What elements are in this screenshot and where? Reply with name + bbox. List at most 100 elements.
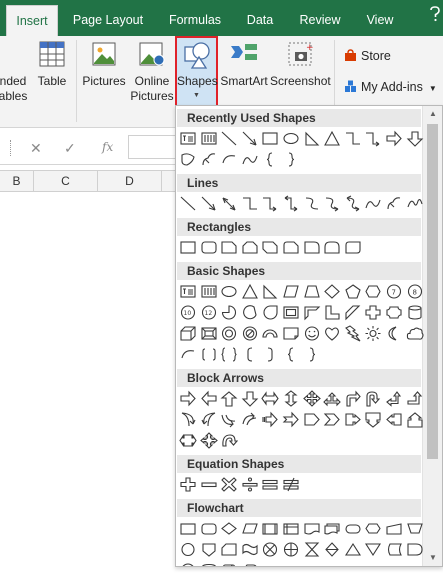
shape-fc-preparation-icon[interactable] [364, 520, 382, 537]
shape-lbracket-icon[interactable] [241, 346, 259, 363]
shape-upcallout-icon[interactable] [406, 411, 424, 428]
shape-vtextbox-icon[interactable] [200, 130, 218, 147]
shape-hexagon-icon[interactable] [364, 283, 382, 300]
shape-round1-icon[interactable] [303, 239, 321, 256]
tab-insert[interactable]: Insert [6, 5, 58, 36]
shape-smiley-icon[interactable] [303, 325, 321, 342]
shape-diamond-icon[interactable] [323, 283, 341, 300]
shape-freeform-icon[interactable] [200, 151, 218, 168]
shape-textbox-icon[interactable] [179, 283, 197, 300]
shape-fc-manualop-icon[interactable] [406, 520, 424, 537]
shape-curvedright-icon[interactable] [179, 411, 197, 428]
shape-trapezoid-icon[interactable] [303, 283, 321, 300]
shape-curvedconn-icon[interactable] [303, 195, 321, 212]
shape-fc-sort-icon[interactable] [323, 541, 341, 558]
shape-fc-sumjunction-icon[interactable] [261, 541, 279, 558]
shape-dblbrace-icon[interactable] [220, 346, 238, 363]
shape-line-icon[interactable] [220, 130, 238, 147]
shape-can-icon[interactable] [406, 304, 424, 321]
shape-round2-icon[interactable] [323, 239, 341, 256]
shape-textbox-icon[interactable] [179, 130, 197, 147]
shape-quadcallout-icon[interactable] [199, 432, 218, 449]
shape-lrcallout-icon[interactable] [179, 432, 197, 449]
shape-sun-icon[interactable] [364, 325, 382, 342]
shape-heptagon-icon[interactable]: 7 [385, 283, 403, 300]
pictures-button[interactable]: Pictures [82, 36, 126, 108]
shape-arrow-icon[interactable] [241, 130, 259, 147]
shape-fc-or-icon[interactable] [282, 541, 300, 558]
shape-foldedcorner-icon[interactable] [282, 325, 300, 342]
shape-halfframe-icon[interactable] [303, 304, 321, 321]
shape-fc-altprocess-icon[interactable] [200, 520, 218, 537]
shape-cloud-icon[interactable] [406, 325, 424, 342]
shape-fc-magdisk-icon[interactable] [200, 562, 218, 566]
shape-pentagonarrow-icon[interactable] [303, 411, 321, 428]
shape-elbow-icon[interactable] [241, 195, 259, 212]
shape-fc-extract-icon[interactable] [344, 541, 362, 558]
shape-bevel-icon[interactable] [200, 325, 218, 342]
shape-curvedup-icon[interactable] [220, 411, 238, 428]
shape-rightcallout-icon[interactable] [344, 411, 362, 428]
shape-elbow-icon[interactable] [344, 130, 362, 147]
shape-udarrow-icon[interactable] [282, 390, 300, 407]
shape-curvedarrow-icon[interactable] [323, 195, 341, 212]
shape-fc-seqaccess-icon[interactable] [179, 562, 197, 566]
shape-fc-manualinput-icon[interactable] [385, 520, 403, 537]
shape-lrarrow-icon[interactable] [261, 390, 280, 407]
shape-fc-card-icon[interactable] [220, 541, 238, 558]
shape-scribble-icon[interactable] [406, 195, 424, 212]
shape-rect-icon[interactable] [261, 130, 279, 147]
shape-fc-display-icon[interactable] [241, 562, 259, 566]
tab-data[interactable]: Data [236, 5, 284, 36]
shape-divide-icon[interactable] [241, 476, 259, 493]
shape-curve-icon[interactable] [241, 151, 259, 168]
shape-oval-icon[interactable] [282, 130, 300, 147]
shape-curvedleft-icon[interactable] [200, 411, 218, 428]
shape-uturn-icon[interactable] [364, 390, 382, 407]
shape-teardrop-icon[interactable] [261, 304, 279, 321]
shape-rect-icon[interactable] [179, 239, 197, 256]
shape-dblbracket-icon[interactable] [200, 346, 218, 363]
shape-dblarrow-icon[interactable] [220, 195, 238, 212]
shape-downarrow-icon[interactable] [406, 130, 424, 147]
screenshot-button[interactable]: + Screenshot [270, 36, 331, 108]
shape-fc-data-icon[interactable] [241, 520, 259, 537]
shape-snip3-icon[interactable] [261, 239, 279, 256]
shape-fc-delay-icon[interactable] [406, 541, 424, 558]
shape-oval-icon[interactable] [220, 283, 238, 300]
shape-pie-icon[interactable] [220, 304, 238, 321]
smartart-button[interactable]: SmartArt [219, 36, 269, 108]
shape-fc-directaccess-icon[interactable] [220, 562, 238, 566]
tab-formulas[interactable]: Formulas [160, 5, 230, 36]
shape-fc-predefined-icon[interactable] [261, 520, 279, 537]
shape-elbowdblarrow-icon[interactable] [282, 195, 300, 212]
shape-circulararrow-icon[interactable] [220, 432, 239, 449]
recommended-pivottables-button[interactable]: nded ables [0, 36, 32, 108]
column-header-c[interactable]: C [34, 171, 98, 192]
scroll-thumb[interactable] [427, 124, 438, 459]
column-header-d[interactable]: D [98, 171, 162, 192]
shape-lightning-icon[interactable] [344, 325, 362, 342]
shape-blockarc-icon[interactable] [261, 325, 279, 342]
shape-downarrow-icon[interactable] [241, 390, 259, 407]
shape-fc-decision-icon[interactable] [220, 520, 238, 537]
shape-plus-icon[interactable] [179, 476, 197, 493]
shape-minus-icon[interactable] [200, 476, 218, 493]
shape-leftarrow-icon[interactable] [200, 390, 218, 407]
shapes-button[interactable]: Shapes ▼ [175, 36, 218, 108]
shape-multiply-icon[interactable] [220, 476, 238, 493]
gallery-scrollbar[interactable]: ▲ ▼ [422, 106, 442, 566]
shape-lbrace-icon[interactable] [261, 151, 279, 168]
shape-chevron-icon[interactable] [323, 411, 341, 428]
shape-snip1-icon[interactable] [220, 239, 238, 256]
shape-arrow-icon[interactable] [200, 195, 218, 212]
shape-octagon-icon[interactable]: 8 [406, 283, 424, 300]
shape-lrudarrow-icon[interactable] [323, 390, 341, 407]
shape-freeform-icon[interactable] [385, 195, 403, 212]
formula-input[interactable] [128, 135, 178, 159]
tab-view[interactable]: View [356, 5, 404, 36]
shape-arc-icon[interactable] [179, 346, 197, 363]
shape-heart-icon[interactable] [323, 325, 341, 342]
my-addins-button[interactable]: My Add-ins ▼ [344, 77, 437, 97]
shape-leftcallout-icon[interactable] [385, 411, 403, 428]
